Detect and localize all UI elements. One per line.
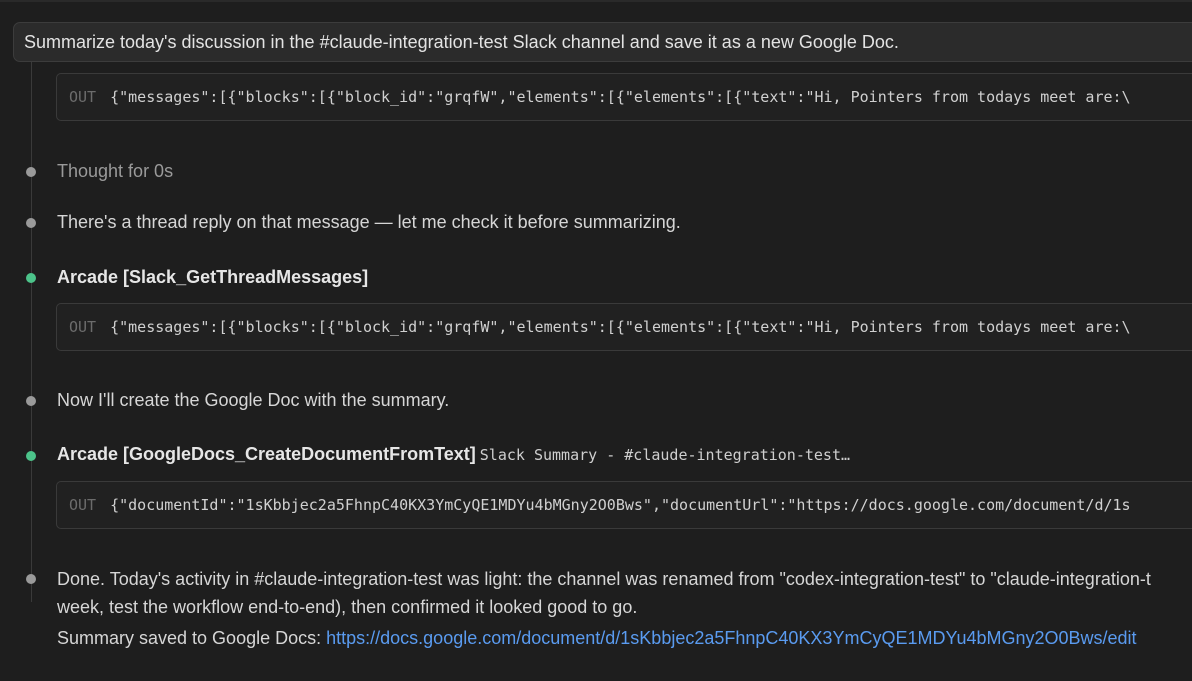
tool-dot-icon [26, 451, 36, 461]
out-label: OUT [69, 88, 97, 106]
user-prompt-text: Summarize today's discussion in the #cla… [24, 32, 899, 52]
google-doc-link[interactable]: https://docs.google.com/document/d/1sKbb… [326, 628, 1136, 648]
step-dot-icon [26, 218, 36, 228]
thought-text: Thought for 0s [57, 161, 174, 181]
tool-call-header[interactable]: Arcade [Slack_GetThreadMessages] [57, 267, 368, 288]
saved-label: Summary saved to Google Docs: [57, 628, 327, 648]
step-dot-icon [26, 574, 36, 584]
step-dot-icon [26, 167, 36, 177]
thought-indicator[interactable]: Thought for 0s [57, 161, 173, 182]
tool-call-name: Arcade [GoogleDocs_CreateDocumentFromTex… [57, 444, 476, 464]
tool-call-name: Arcade [Slack_GetThreadMessages] [57, 267, 369, 287]
top-divider [0, 0, 1192, 2]
assistant-message: There's a thread reply on that message —… [57, 212, 681, 233]
final-message: Done. Today's activity in #claude-integr… [57, 565, 1192, 652]
tool-dot-icon [26, 273, 36, 283]
final-saved-line: Summary saved to Google Docs: https://do… [57, 624, 1192, 652]
tool-output-text: {"messages":[{"blocks":[{"block_id":"grq… [110, 88, 1131, 106]
step-dot-icon [26, 396, 36, 406]
tool-output-text: {"messages":[{"blocks":[{"block_id":"grq… [110, 318, 1131, 336]
tool-output-thread[interactable]: OUT {"messages":[{"blocks":[{"block_id":"… [56, 303, 1192, 351]
tool-output-messages[interactable]: OUT {"messages":[{"blocks":[{"block_id":"… [56, 73, 1192, 121]
final-line-1: Done. Today's activity in #claude-integr… [57, 569, 1151, 589]
assistant-message: Now I'll create the Google Doc with the … [57, 390, 449, 411]
tool-call-header[interactable]: Arcade [GoogleDocs_CreateDocumentFromTex… [57, 444, 850, 465]
timeline-line [31, 62, 32, 602]
out-label: OUT [69, 496, 97, 514]
assistant-message-text: Now I'll create the Google Doc with the … [57, 390, 450, 410]
tool-output-document[interactable]: OUT {"documentId":"1sKbbjec2a5FhnpC40KX3Y… [56, 481, 1192, 529]
tool-call-argument: Slack Summary - #claude-integration-test… [479, 446, 851, 464]
final-line-2: week, test the workflow end-to-end), the… [57, 597, 638, 617]
assistant-message-text: There's a thread reply on that message —… [57, 212, 681, 232]
user-prompt: Summarize today's discussion in the #cla… [13, 22, 1192, 62]
tool-output-text: {"documentId":"1sKbbjec2a5FhnpC40KX3YmCy… [110, 496, 1131, 514]
out-label: OUT [69, 318, 97, 336]
